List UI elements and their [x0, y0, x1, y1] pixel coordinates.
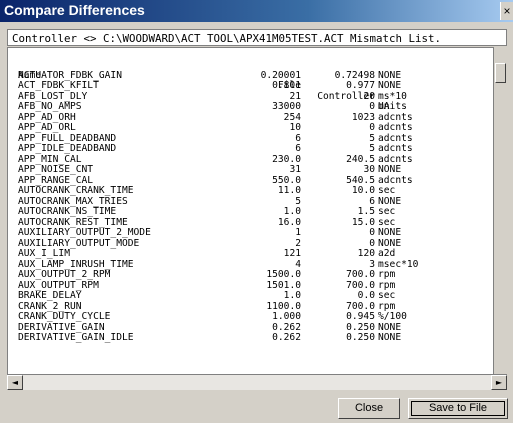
column-header-row: Name File Controller Units — [18, 60, 488, 112]
file-value-cell: 1 — [295, 227, 301, 238]
units-cell: NONE — [378, 332, 402, 343]
table-row: BRAKE_DELAY 1.0 0.0 sec — [18, 290, 488, 302]
horizontal-scrollbar[interactable]: ◄ ► — [7, 374, 507, 390]
controller-value-cell: 0.0 — [357, 290, 375, 301]
controller-value-cell: 120 — [357, 248, 375, 259]
units-cell: sec — [378, 206, 396, 217]
name-cell: APP_IDLE_DEADBAND — [18, 143, 117, 154]
name-cell: AUXILIARY_OUTPUT_2_MODE — [18, 227, 151, 238]
file-value-cell: 1.0 — [283, 206, 301, 217]
name-cell: APP_AD_ORL — [18, 122, 76, 133]
controller-value-cell: 700.0 — [346, 269, 375, 280]
close-button[interactable]: Close — [338, 398, 400, 419]
name-cell: APP_NOISE_CNT — [18, 164, 94, 175]
table-row: AUXILIARY_OUTPUT_MODE 2 0 NONE — [18, 238, 488, 250]
file-value-cell: 121 — [283, 248, 301, 259]
table-row: APP_AD_ORL 10 0 adcnts — [18, 122, 488, 134]
file-value-cell: 6 — [295, 143, 301, 154]
name-cell: AUTOCRANK_NS_TIME — [18, 206, 117, 217]
units-cell: mA — [378, 101, 390, 112]
file-value-cell: 0.262 — [272, 332, 301, 343]
scroll-right-arrow-icon[interactable]: ► — [491, 375, 507, 390]
controller-value-cell: 1.5 — [357, 206, 375, 217]
units-cell: a2d — [378, 248, 396, 259]
table-row: AUXILIARY_OUTPUT_2_MODE 1 0 NONE — [18, 227, 488, 239]
table-row: APP_NOISE_CNT 31 30 NONE — [18, 164, 488, 176]
table-row: APP_AD_ORH 254 1023 adcnts — [18, 112, 488, 124]
table-row: AUTOCRANK_NS_TIME 1.0 1.5 sec — [18, 206, 488, 218]
units-cell: rpm — [378, 269, 396, 280]
controller-value-cell: 0 — [369, 227, 375, 238]
file-value-cell: 1500.0 — [266, 269, 301, 280]
table-row: AUTOCRANK_CRANK_TIME 11.0 10.0 sec — [18, 185, 488, 197]
mismatch-table: Name File Controller Units ACTUATOR_FDBK… — [18, 60, 488, 344]
table-row: AUX_OUTPUT_2_RPM 1500.0 700.0 rpm — [18, 269, 488, 281]
scroll-left-arrow-icon[interactable]: ◄ — [7, 375, 23, 390]
controller-value-cell: 0.977 — [346, 80, 375, 91]
controller-value-cell: 0 — [369, 101, 375, 112]
file-value-cell: 31 — [289, 164, 301, 175]
table-row: AFB_LOST_DLY 21 20 ms*10 — [18, 91, 488, 103]
close-window-icon[interactable]: × — [500, 2, 513, 20]
units-cell: sec — [378, 290, 396, 301]
file-value-cell: 10 — [289, 122, 301, 133]
window-title: Compare Differences — [4, 2, 145, 18]
name-cell: BRAKE_DELAY — [18, 290, 82, 301]
file-value-cell: 1.000 — [272, 311, 301, 322]
units-cell: adcnts — [378, 122, 413, 133]
table-row: AFB_NO_AMPS 33000 0 mA — [18, 101, 488, 113]
table-row: ACT_FDBK_KFILT 0.801 0.977 NONE — [18, 80, 488, 92]
controller-value-cell: 5 — [369, 143, 375, 154]
table-row: AUX_I_LIM 121 120 a2d — [18, 248, 488, 260]
vertical-scrollbar[interactable] — [493, 47, 507, 375]
units-cell: sec — [378, 185, 396, 196]
vertical-scroll-thumb[interactable] — [495, 63, 506, 83]
file-value-cell: 0.801 — [272, 80, 301, 91]
save-to-file-button[interactable]: Save to File — [408, 398, 508, 419]
units-cell: NONE — [378, 164, 402, 175]
controller-value-cell: 0.250 — [346, 332, 375, 343]
name-cell: AFB_NO_AMPS — [18, 101, 82, 112]
mismatch-header: Controller <> C:\WOODWARD\ACT TOOL\APX41… — [7, 29, 507, 46]
table-row: CRANK_DUTY_CYCLE 1.000 0.945 %/100 — [18, 311, 488, 323]
file-value-cell: 33000 — [272, 101, 301, 112]
file-value-cell: 11.0 — [277, 185, 301, 196]
table-row: DERIVATIVE_GAIN_IDLE 0.262 0.250 NONE — [18, 332, 488, 344]
name-cell: CRANK_DUTY_CYCLE — [18, 311, 111, 322]
name-cell: DERIVATIVE_GAIN_IDLE — [18, 332, 134, 343]
name-cell: AUX_I_LIM — [18, 248, 70, 259]
units-cell: %/100 — [378, 311, 407, 322]
units-cell: adcnts — [378, 143, 413, 154]
controller-value-cell: 30 — [363, 164, 375, 175]
title-bar[interactable]: Compare Differences × — [0, 0, 513, 22]
mismatch-list[interactable]: Name File Controller Units ACTUATOR_FDBK… — [7, 47, 507, 390]
units-cell: NONE — [378, 80, 402, 91]
units-cell: NONE — [378, 227, 402, 238]
table-row: AUX_OUTPUT_RPM 1501.0 700.0 rpm — [18, 280, 488, 292]
name-cell: ACT_FDBK_KFILT — [18, 80, 99, 91]
controller-value-cell: 0 — [369, 122, 375, 133]
name-cell: AUTOCRANK_CRANK_TIME — [18, 185, 134, 196]
table-row: APP_IDLE_DEADBAND 6 5 adcnts — [18, 143, 488, 155]
controller-value-cell: 10.0 — [351, 185, 375, 196]
name-cell: AUX_OUTPUT_2_RPM — [18, 269, 111, 280]
controller-value-cell: 0.945 — [346, 311, 375, 322]
file-value-cell: 1.0 — [283, 290, 301, 301]
